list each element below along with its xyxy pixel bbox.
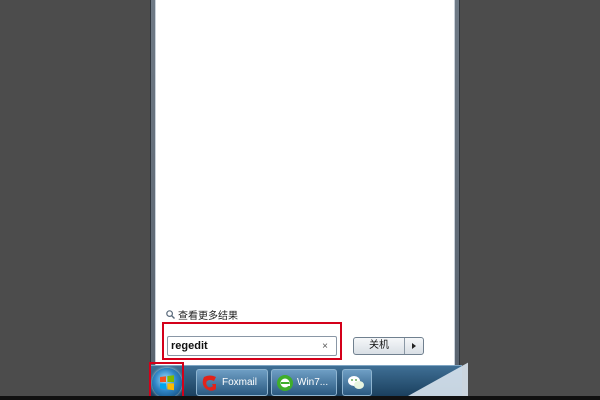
clear-search-icon[interactable]: × bbox=[318, 341, 332, 352]
taskbar-item-wechat[interactable] bbox=[342, 369, 372, 396]
start-search-input[interactable]: regedit × bbox=[167, 336, 337, 356]
see-more-results-label: 查看更多结果 bbox=[178, 310, 238, 322]
shutdown-button[interactable]: 关机 bbox=[354, 338, 405, 354]
search-input-value: regedit bbox=[171, 340, 208, 352]
bottom-edge bbox=[0, 396, 600, 400]
foxmail-icon bbox=[201, 374, 219, 392]
start-button[interactable] bbox=[152, 368, 182, 398]
see-more-results-link[interactable]: 查看更多结果 bbox=[166, 307, 238, 322]
ie-icon bbox=[276, 374, 294, 392]
magnifier-icon bbox=[166, 309, 175, 319]
taskbar-item-foxmail[interactable]: Foxmail bbox=[196, 369, 268, 396]
start-menu-panel: 查看更多结果 bbox=[155, 0, 455, 366]
shutdown-button-group: 关机 bbox=[353, 337, 424, 355]
taskbar-item-label: Win7... bbox=[297, 377, 329, 388]
screen: 查看更多结果 regedit × 关机 Foxmail Win7... bbox=[0, 0, 600, 400]
taskbar-item-label: Foxmail bbox=[222, 377, 258, 388]
shutdown-options-arrow-icon[interactable] bbox=[405, 338, 423, 354]
taskbar-item-browser[interactable]: Win7... bbox=[271, 369, 337, 396]
wechat-icon bbox=[347, 374, 365, 392]
start-menu: 查看更多结果 bbox=[150, 0, 460, 367]
windows-logo-icon bbox=[160, 375, 174, 391]
